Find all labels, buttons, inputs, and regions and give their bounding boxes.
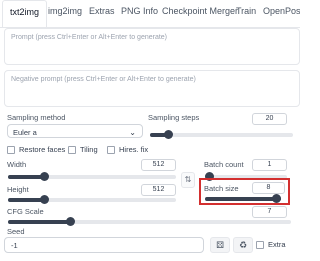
- chevron-down-icon: ⌄: [129, 128, 136, 137]
- slider-knob[interactable]: [40, 195, 50, 204]
- cfg-scale-input[interactable]: 7: [252, 206, 287, 218]
- seed-input[interactable]: -1: [4, 237, 204, 253]
- width-label: Width: [7, 160, 27, 169]
- tab-train[interactable]: Train: [236, 6, 256, 16]
- page: txt2img img2img Extras PNG Info Checkpoi…: [0, 0, 300, 261]
- slider-fill: [8, 175, 45, 179]
- tab-png-info[interactable]: PNG Info: [121, 6, 158, 16]
- extra-label: Extra: [268, 240, 286, 249]
- seed-label: Seed: [7, 227, 25, 236]
- tab-checkpoint-merger[interactable]: Checkpoint Merger: [162, 6, 238, 16]
- swap-dimensions-button[interactable]: ⇅: [181, 172, 195, 188]
- recycle-icon: ♻: [238, 240, 248, 250]
- sampling-method-label: Sampling method: [7, 113, 66, 122]
- restore-faces-label: Restore faces: [19, 145, 66, 154]
- cfg-scale-slider[interactable]: [8, 217, 291, 226]
- sampling-method-dropdown[interactable]: Euler a ⌄: [7, 124, 143, 138]
- reuse-seed-button[interactable]: ♻: [233, 237, 253, 253]
- highlight-box: [199, 178, 290, 205]
- hires-fix-checkbox[interactable]: [107, 146, 115, 154]
- swap-arrows-icon: ⇅: [184, 175, 192, 184]
- dice-icon: ⚄: [216, 240, 224, 250]
- width-slider[interactable]: [8, 172, 176, 181]
- negative-prompt-input[interactable]: Negative prompt (press Ctrl+Enter or Alt…: [4, 70, 300, 107]
- tab-bar: txt2img img2img Extras PNG Info Checkpoi…: [0, 0, 300, 28]
- tab-openpose-editor[interactable]: OpenPose E: [263, 6, 300, 16]
- tiling-label: Tiling: [80, 145, 98, 154]
- sampling-method-value: Euler a: [13, 128, 37, 137]
- slider-knob[interactable]: [40, 172, 50, 181]
- slider-knob[interactable]: [65, 217, 75, 226]
- height-slider[interactable]: [8, 195, 176, 204]
- prompt-input[interactable]: Prompt (press Ctrl+Enter or Alt+Enter to…: [4, 28, 300, 65]
- batch-count-label: Batch count: [204, 160, 244, 169]
- tiling-checkbox[interactable]: [68, 146, 76, 154]
- height-label: Height: [7, 185, 29, 194]
- sampling-steps-input[interactable]: 20: [252, 113, 287, 125]
- slider-fill: [8, 220, 71, 224]
- tab-extras[interactable]: Extras: [89, 6, 115, 16]
- height-input[interactable]: 512: [141, 184, 176, 196]
- extra-checkbox[interactable]: [256, 241, 264, 249]
- random-seed-button[interactable]: ⚄: [210, 237, 230, 253]
- slider-fill: [8, 198, 45, 202]
- restore-faces-checkbox[interactable]: [7, 146, 15, 154]
- tab-img2img[interactable]: img2img: [48, 6, 82, 16]
- hires-fix-label: Hires. fix: [119, 145, 149, 154]
- cfg-scale-label: CFG Scale: [7, 207, 44, 216]
- sampling-steps-label: Sampling steps: [148, 113, 200, 122]
- batch-count-input[interactable]: 1: [252, 159, 287, 171]
- slider-knob[interactable]: [164, 130, 174, 139]
- tab-txt2img[interactable]: txt2img: [2, 0, 48, 27]
- sampling-steps-slider[interactable]: [150, 130, 293, 139]
- width-input[interactable]: 512: [141, 159, 176, 171]
